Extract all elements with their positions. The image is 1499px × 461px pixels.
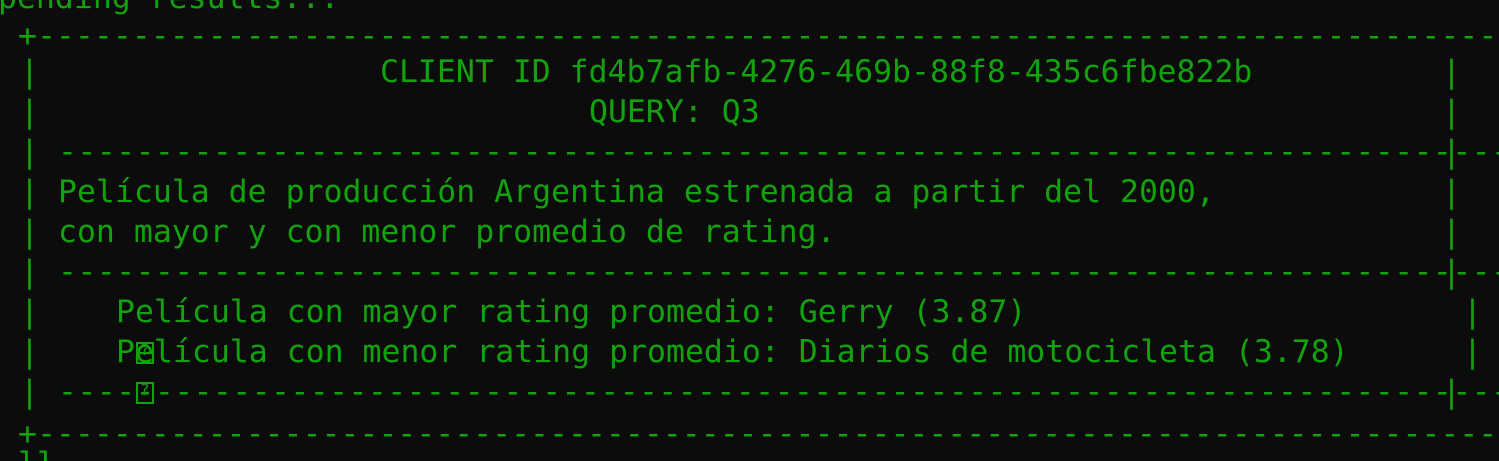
frame-left-pipe: |: [20, 94, 39, 130]
frame-right-pipe: |: [1442, 94, 1461, 130]
frame-right-pipe: |: [1463, 334, 1482, 370]
frame-right-pipe: |: [1463, 294, 1482, 330]
frame-left-pipe: |: [20, 254, 39, 290]
frame-right-pipe: |: [1442, 134, 1461, 170]
frame-left-pipe: |: [20, 294, 39, 330]
terminal-window: pending results... +--------------------…: [0, 0, 1499, 461]
frame-top-border: +---------------------------------------…: [18, 18, 1499, 54]
section-separator: ----------------------------------------…: [58, 134, 1499, 170]
frame-right-pipe: |: [1442, 174, 1461, 210]
client-id-label: CLIENT ID fd4b7afb-4276-469b-88f8-435c6f…: [380, 54, 1253, 90]
frame-bottom-border: +---------------------------------------…: [18, 416, 1499, 452]
frame-left-pipe: |: [20, 134, 39, 170]
frame-right-pipe: |: [1442, 374, 1461, 410]
frame-left-pipe: |: [20, 374, 39, 410]
frame-right-pipe: |: [1442, 214, 1461, 250]
frame-right-pipe: |: [1442, 54, 1461, 90]
description-line-2: con mayor y con menor promedio de rating…: [58, 214, 836, 250]
frame-left-pipe: |: [20, 174, 39, 210]
frame-left-pipe: |: [20, 214, 39, 250]
frame-left-pipe: |: [20, 54, 39, 90]
section-separator: ----------------------------------------…: [58, 374, 1499, 410]
frame-left-pipe: |: [20, 334, 39, 370]
description-line-1: Película de producción Argentina estrena…: [58, 174, 1215, 210]
result-max-text: Película con mayor rating promedio: Gerr…: [116, 294, 1027, 330]
result-min-text: Película con menor rating promedio: Diar…: [116, 334, 1349, 370]
status-line-bottom: ll: [18, 444, 56, 461]
section-separator: ----------------------------------------…: [58, 254, 1499, 290]
query-label: QUERY: Q3: [589, 94, 760, 130]
frame-right-pipe: |: [1442, 254, 1461, 290]
